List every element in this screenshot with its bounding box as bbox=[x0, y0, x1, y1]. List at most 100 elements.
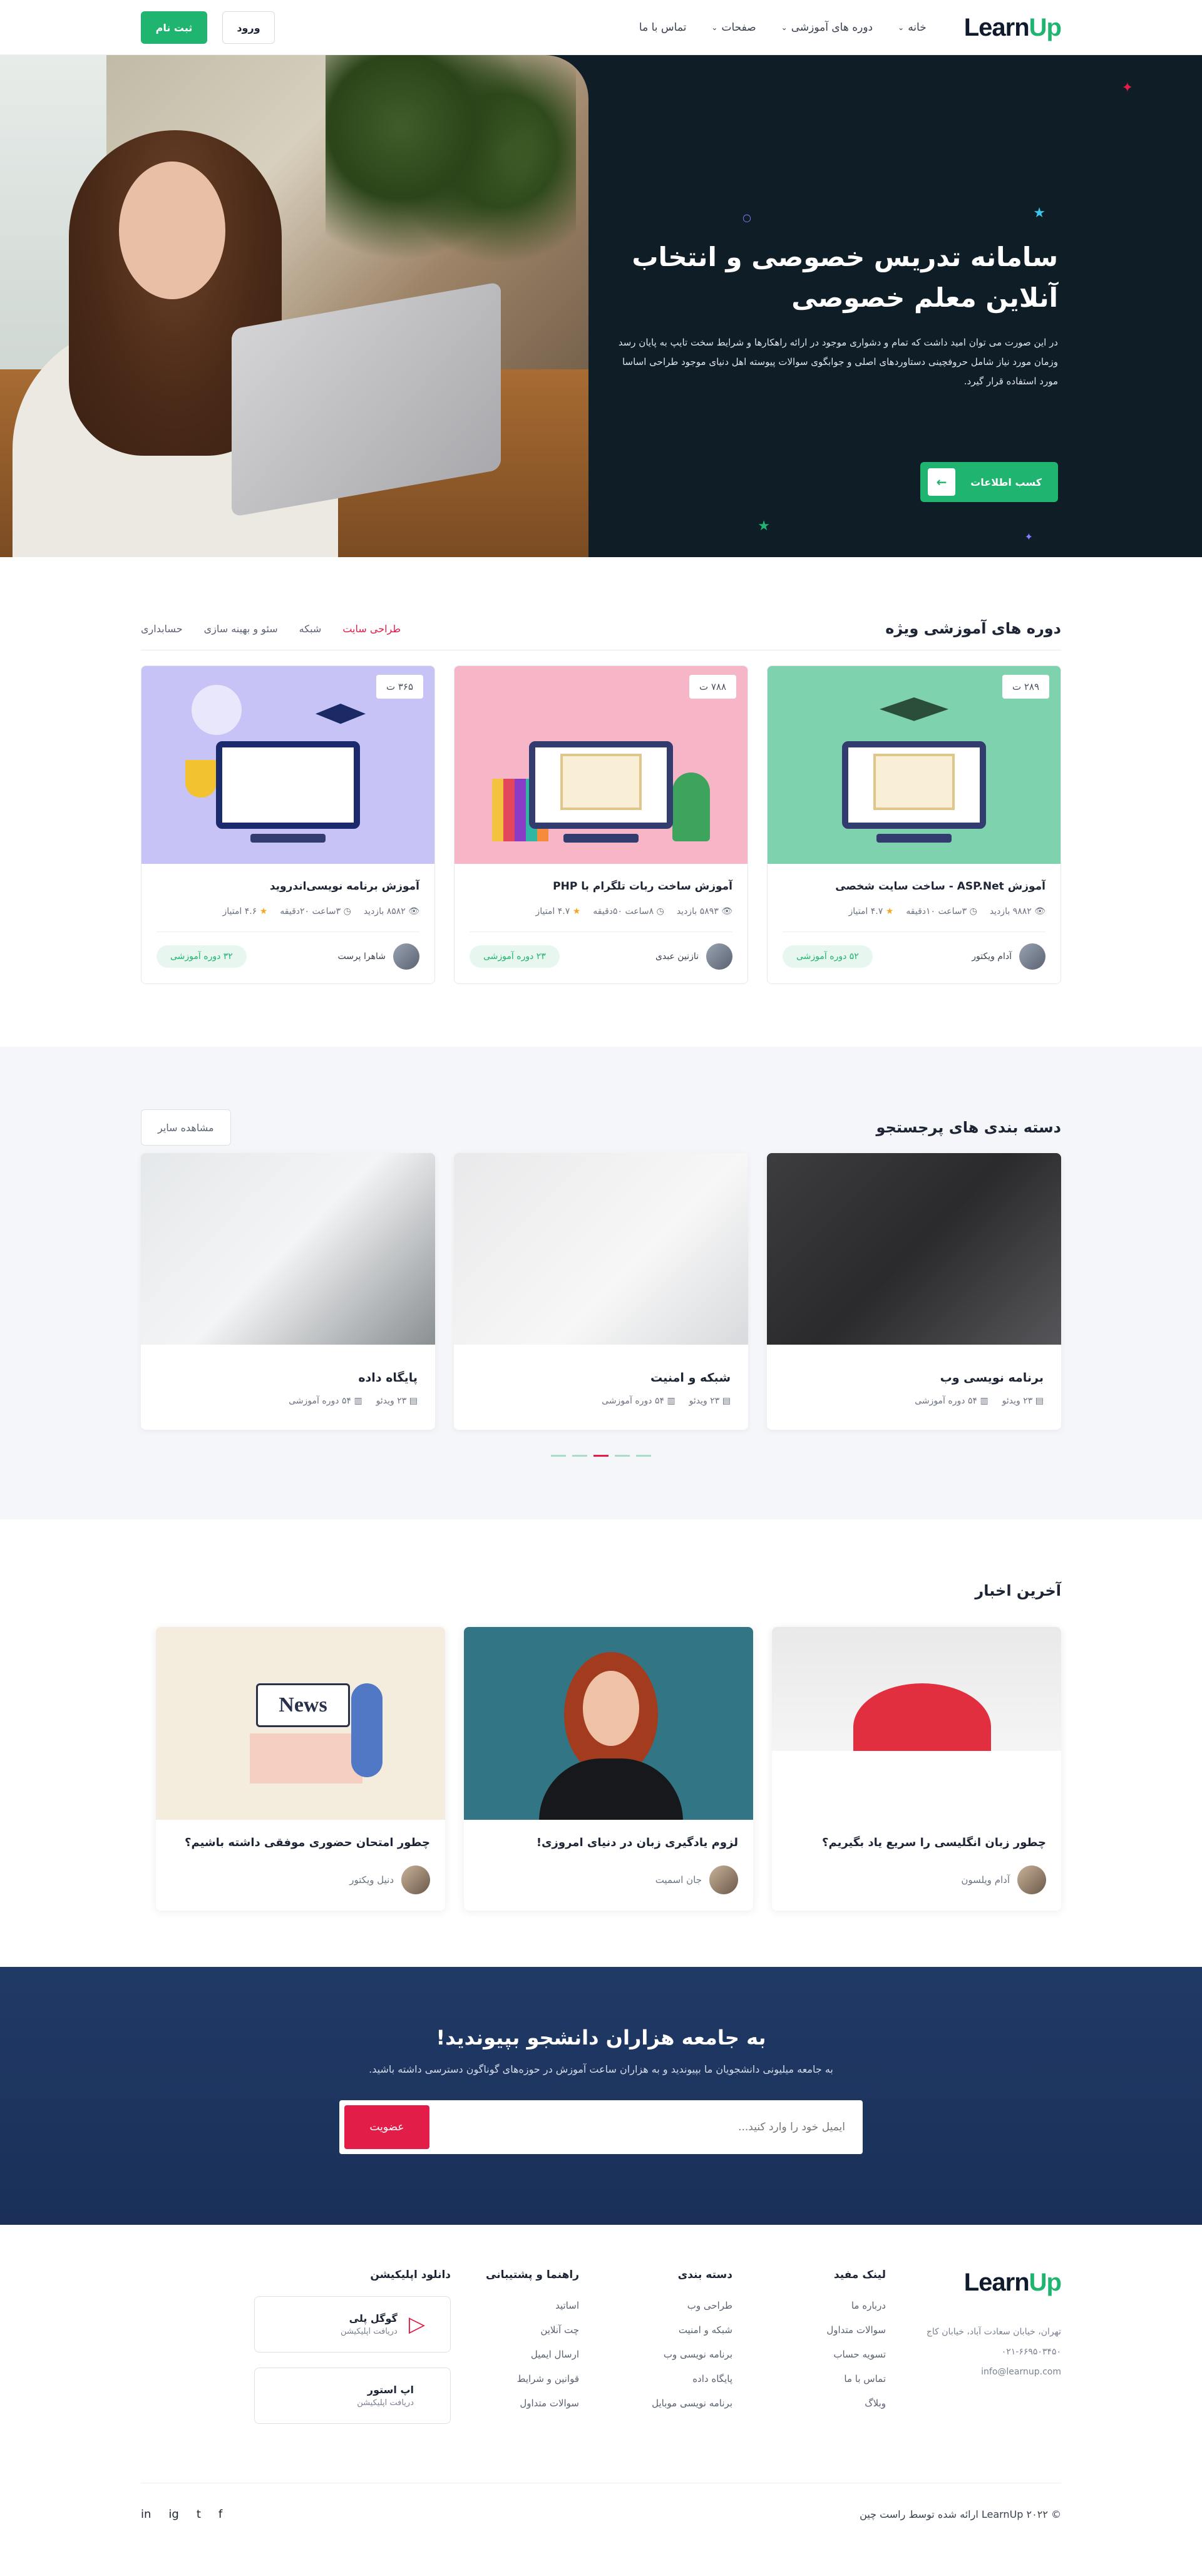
star-icon: ★ bbox=[758, 518, 770, 534]
footer-link[interactable]: تماس با ما bbox=[758, 2373, 886, 2384]
rating-stat: ★ ۴.۷ امتیاز bbox=[535, 906, 581, 916]
footer-link[interactable]: برنامه نویسی وب bbox=[604, 2349, 732, 2360]
news-title[interactable]: چطور امتحان حضوری موفقی داشته باشیم؟ bbox=[171, 1836, 430, 1849]
footer-link[interactable]: برنامه نویسی موبایل bbox=[604, 2398, 732, 2409]
register-button[interactable]: ثبت نام bbox=[141, 11, 207, 44]
carousel-dot[interactable] bbox=[636, 1455, 651, 1457]
footer-link[interactable]: اساتید bbox=[451, 2300, 579, 2311]
footer-link[interactable]: درباره ما bbox=[758, 2300, 886, 2311]
logo[interactable]: LearnUp bbox=[964, 14, 1062, 42]
footer-link[interactable]: ارسال ایمیل bbox=[451, 2349, 579, 2360]
nav-courses[interactable]: دوره های آموزشی ⌄ bbox=[781, 21, 873, 34]
views-stat: 👁 ۸۵۸۲ بازدید bbox=[363, 906, 419, 916]
footer-link[interactable]: شبکه و امنیت bbox=[604, 2324, 732, 2336]
login-button[interactable]: ورود bbox=[222, 11, 275, 44]
clock-icon: ◷ bbox=[969, 906, 977, 916]
footer-logo[interactable]: LearnUp bbox=[911, 2269, 1062, 2297]
tab-network[interactable]: شبکه bbox=[299, 623, 322, 635]
course-card[interactable]: ۳۶۵ ت آموزش برنامه نویسی‌اندروید 👁 ۸۵۸۲ … bbox=[141, 665, 435, 984]
instagram-icon[interactable]: ig bbox=[168, 2508, 178, 2521]
avatar bbox=[1019, 943, 1045, 970]
category-card[interactable]: پایگاه داده ▤ ۲۳ ویدئو ▥ ۵۴ دوره آموزشی bbox=[141, 1153, 435, 1430]
circle-icon: ○ bbox=[742, 212, 751, 223]
course-title[interactable]: آموزش ساخت ربات تلگرام با PHP bbox=[470, 880, 732, 893]
videos-stat: ▤ ۲۳ ویدئو bbox=[689, 1396, 731, 1406]
calendar-icon: ▤ bbox=[722, 1396, 731, 1406]
carousel-dot[interactable] bbox=[551, 1455, 566, 1457]
footer-link[interactable]: وبلاگ bbox=[758, 2398, 886, 2409]
news-card[interactable]: چطور زبان انگلیسی را سریع یاد بگیریم؟ آد… bbox=[772, 1627, 1061, 1911]
avatar bbox=[1017, 1865, 1046, 1894]
footer-link[interactable]: سوالات متداول bbox=[451, 2398, 579, 2409]
news-image: News bbox=[156, 1627, 445, 1820]
footer-link[interactable]: پایگاه داده bbox=[604, 2373, 732, 2384]
site-header: LearnUp خانه ⌄ دوره های آموزشی ⌄ صفحات ⌄ تم… bbox=[0, 0, 1202, 55]
course-image: ۲۸۹ ت bbox=[768, 666, 1061, 864]
category-title[interactable]: برنامه نویسی وب bbox=[784, 1371, 1044, 1385]
tab-web-design[interactable]: طراحی سایت bbox=[342, 623, 401, 635]
newsletter-form: عضویت bbox=[339, 2100, 863, 2154]
category-title[interactable]: پایگاه داده bbox=[158, 1371, 418, 1385]
course-count-badge: ۲۳ دوره آموزشی bbox=[470, 945, 560, 968]
category-card[interactable]: برنامه نویسی وب ▤ ۲۳ ویدئو ▥ ۵۴ دوره آمو… bbox=[767, 1153, 1061, 1430]
footer-link[interactable]: سوالات متداول bbox=[758, 2324, 886, 2336]
category-title[interactable]: شبکه و امنیت bbox=[471, 1371, 731, 1385]
chevron-down-icon: ⌄ bbox=[898, 23, 905, 32]
hero-text: در این صورت می توان امید داشت که تمام و … bbox=[618, 337, 1058, 387]
footer-link[interactable]: قوانین و شرایط bbox=[451, 2373, 579, 2384]
phone: ۰۲۱-۶۶۹۵۰۳۴۵۰ bbox=[1001, 2347, 1061, 2358]
linkedin-icon[interactable]: in bbox=[141, 2508, 151, 2521]
book-icon: ▥ bbox=[980, 1396, 989, 1406]
email-input[interactable] bbox=[429, 2121, 858, 2133]
book-icon: ▥ bbox=[667, 1396, 675, 1406]
news-image bbox=[772, 1627, 1061, 1820]
news-card[interactable]: لزوم یادگیری زبان در دنیای امروزی! جان ا… bbox=[464, 1627, 753, 1911]
hero-section: ✦ ★ ○ ★ ✦ سامانه تدریس خصوصی و انتخاب آن… bbox=[0, 55, 1202, 557]
carousel-dot[interactable] bbox=[572, 1455, 587, 1457]
tab-seo[interactable]: سئو و بهینه سازی bbox=[204, 623, 278, 635]
news-card[interactable]: News چطور امتحان حضوری موفقی داشته باشیم… bbox=[156, 1627, 445, 1911]
course-title[interactable]: آموزش برنامه نویسی‌اندروید bbox=[157, 880, 419, 893]
nav-pages[interactable]: صفحات ⌄ bbox=[711, 21, 756, 34]
tab-accounting[interactable]: حسابداری bbox=[141, 623, 183, 635]
app-store-button[interactable]: اپ استور دریافت اپلیکیشن bbox=[254, 2368, 451, 2424]
views-stat: 👁 ۹۸۸۲ بازدید bbox=[989, 906, 1045, 916]
news-title[interactable]: چطور زبان انگلیسی را سریع یاد بگیریم؟ bbox=[787, 1836, 1046, 1849]
footer-link[interactable]: چت آنلاین bbox=[451, 2324, 579, 2336]
course-card[interactable]: ۷۸۸ ت آموزش ساخت ربات تلگرام با PHP 👁 ۵۸… bbox=[454, 665, 748, 984]
footer-app: دانلود اپلیکیشن ▷ گوگل پلی دریافت اپلیکیش… bbox=[141, 2269, 451, 2439]
nav-home[interactable]: خانه ⌄ bbox=[898, 21, 927, 34]
footer-link[interactable]: طراحی وب bbox=[604, 2300, 732, 2311]
carousel-dot-active[interactable] bbox=[593, 1455, 609, 1457]
facebook-icon[interactable]: f bbox=[218, 2508, 222, 2521]
course-image: ۳۶۵ ت bbox=[141, 666, 434, 864]
eye-icon: 👁 bbox=[721, 906, 732, 916]
hero-title: سامانه تدریس خصوصی و انتخاب آنلاین معلم … bbox=[632, 242, 1058, 314]
twitter-icon[interactable]: t bbox=[197, 2508, 201, 2521]
teacher[interactable]: نازنین عبدی bbox=[655, 943, 732, 970]
carousel-dot[interactable] bbox=[615, 1455, 630, 1457]
avatar bbox=[393, 943, 419, 970]
course-count-badge: ۳۲ دوره آموزشی bbox=[157, 945, 247, 968]
nav-contact[interactable]: تماس با ما bbox=[639, 21, 687, 34]
section-title: آخرین اخبار bbox=[975, 1582, 1061, 1599]
view-more-button[interactable]: مشاهده سایر bbox=[141, 1109, 231, 1146]
footer-link[interactable]: تسویه حساب bbox=[758, 2349, 886, 2360]
category-card[interactable]: شبکه و امنیت ▤ ۲۳ ویدئو ▥ ۵۴ دوره آموزشی bbox=[454, 1153, 748, 1430]
teacher[interactable]: آدام ویکتور bbox=[972, 943, 1045, 970]
avatar bbox=[401, 1865, 430, 1894]
calendar-icon: ▤ bbox=[409, 1396, 418, 1406]
star-icon: ★ bbox=[572, 906, 581, 916]
star-icon: ★ bbox=[259, 906, 268, 916]
subscribe-button[interactable]: عضویت bbox=[344, 2105, 429, 2149]
teacher[interactable]: شاهرا پرست bbox=[337, 943, 419, 970]
course-card[interactable]: ۲۸۹ ت آموزش ASP.Net - ساخت سایت شخصی 👁 ۹… bbox=[767, 665, 1061, 984]
google-play-button[interactable]: ▷ گوگل پلی دریافت اپلیکیشن bbox=[254, 2296, 451, 2353]
newsletter-title: به جامعه هزاران دانشجو بپیوندید! bbox=[436, 2026, 766, 2050]
email[interactable]: info@learnup.com bbox=[911, 2362, 1061, 2382]
news-title[interactable]: لزوم یادگیری زبان در دنیای امروزی! bbox=[479, 1836, 738, 1849]
course-title[interactable]: آموزش ASP.Net - ساخت سایت شخصی bbox=[783, 880, 1045, 893]
price-badge: ۲۸۹ ت bbox=[1002, 675, 1049, 699]
learn-more-button[interactable]: کسب اطلاعات ← bbox=[920, 462, 1058, 502]
eye-icon: 👁 bbox=[408, 906, 419, 916]
